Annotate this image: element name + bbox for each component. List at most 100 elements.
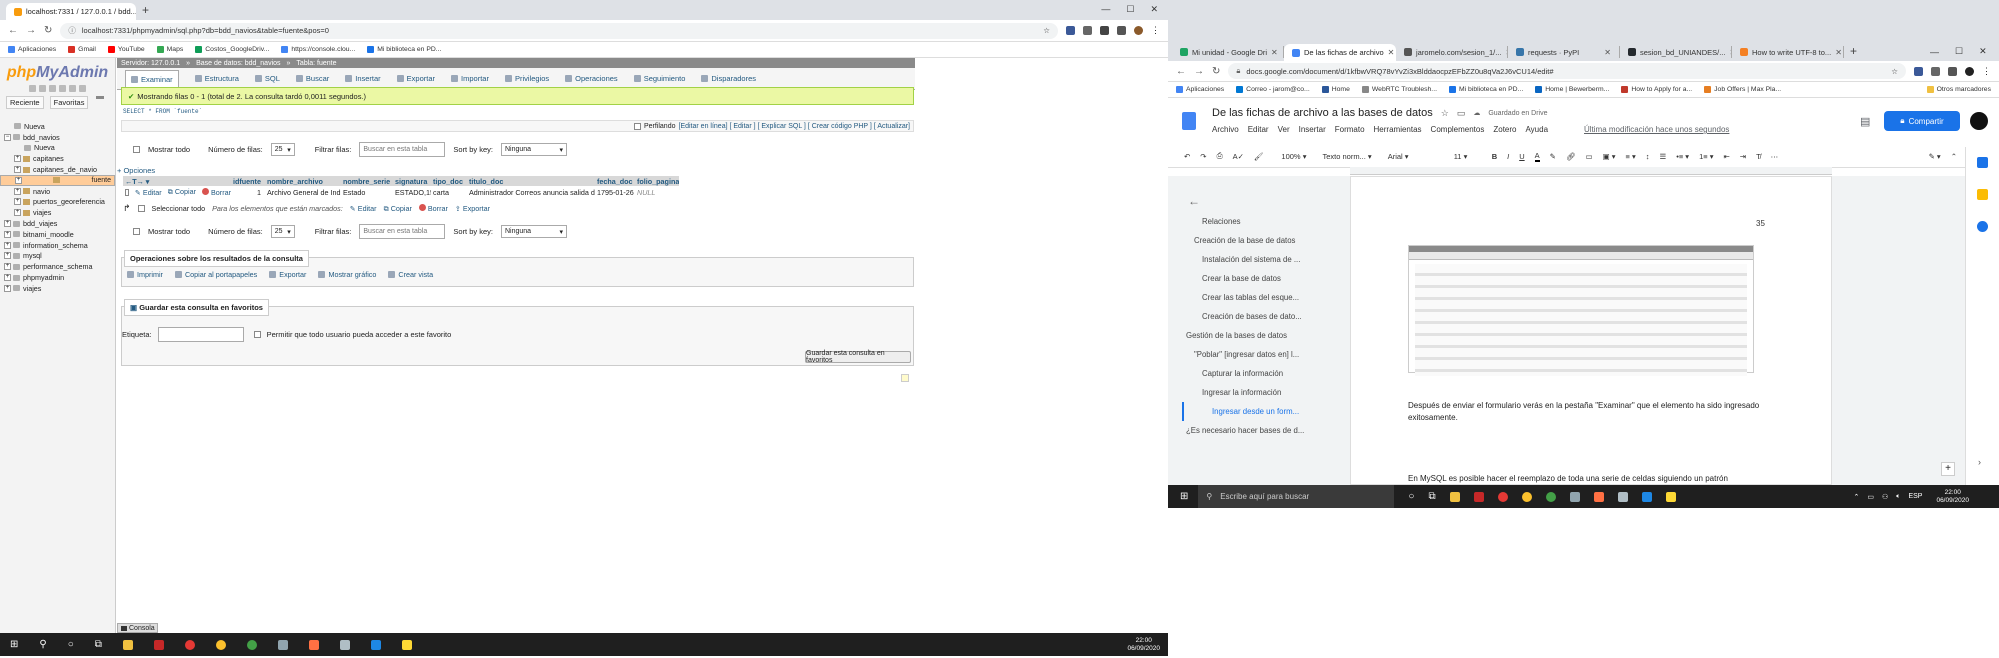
app-icon[interactable]	[153, 639, 164, 650]
puzzle-icon[interactable]	[1117, 26, 1126, 35]
reload-icon[interactable]: ↻	[1212, 66, 1220, 77]
language-indicator[interactable]: ESP	[1908, 493, 1922, 500]
puzzle-icon[interactable]	[1948, 66, 1957, 76]
copy-clipboard-link[interactable]: Copiar al portapapeles	[174, 270, 257, 279]
outline-item[interactable]: Gestión de la bases de datos	[1182, 326, 1342, 345]
expand-toggle-icon[interactable]: +	[4, 252, 11, 260]
select-all-checkbox[interactable]	[137, 205, 145, 212]
row-edit-button[interactable]: ✎ Editar	[135, 188, 162, 197]
allow-users-checkbox[interactable]	[253, 331, 261, 338]
table-cell[interactable]: NULL	[635, 188, 679, 197]
doc-title[interactable]: De las fichas de archivo a las bases de …	[1212, 107, 1433, 119]
expand-toggle-icon[interactable]: +	[4, 241, 11, 249]
favorites-tab[interactable]: Favoritas	[49, 96, 89, 109]
outline-item[interactable]: "Poblar" [ingresar datos en] l...	[1182, 345, 1342, 364]
bullets-icon[interactable]: •≡ ▾	[1676, 152, 1689, 161]
close-outline-icon[interactable]: ←	[1188, 194, 1200, 208]
tree-item-new[interactable]: Nueva	[0, 143, 115, 154]
bookmark-youtube[interactable]: YouTube	[107, 46, 145, 53]
outline-item[interactable]: Capturar la información	[1182, 364, 1342, 383]
bookmark-item[interactable]: How to Apply for a...	[1621, 86, 1692, 93]
task-view-icon[interactable]: ⧉	[1428, 491, 1435, 502]
comment-icon[interactable]: ▭	[1585, 152, 1592, 161]
close-tab-icon[interactable]: ✕	[1388, 48, 1395, 57]
avatar[interactable]	[1134, 26, 1143, 35]
expand-toggle-icon[interactable]: +	[14, 166, 21, 174]
extension-icon[interactable]	[1931, 66, 1940, 76]
docs-menu-2[interactable]: Ver	[1278, 125, 1290, 134]
underline-icon[interactable]: U	[1519, 152, 1524, 161]
outline-item[interactable]: Instalación del sistema de ...	[1182, 250, 1342, 269]
bookmark-item[interactable]: Otros marcadores	[1926, 86, 1991, 93]
export-link[interactable]: Exportar	[269, 270, 306, 279]
docs-logo-icon[interactable]	[1182, 112, 1196, 130]
menu-dots-icon[interactable]: ⋮	[1151, 25, 1160, 36]
tab-sql[interactable]: SQL	[254, 74, 280, 83]
bookmark-label-input[interactable]	[157, 327, 244, 342]
more-icon[interactable]: ⋯	[1771, 152, 1779, 161]
edit-mode-icon[interactable]: ✎ ▾	[1929, 152, 1941, 161]
outline-item[interactable]: Creación de la base de datos	[1182, 231, 1342, 250]
redo-icon[interactable]: ↷	[1200, 152, 1206, 161]
column-header[interactable]: folio_pagina	[635, 177, 679, 186]
xampp-icon[interactable]	[1593, 491, 1604, 502]
num-rows-select[interactable]: 25 ▾	[270, 143, 295, 156]
bluetooth-icon[interactable]: ⚇	[1882, 493, 1888, 501]
align-icon[interactable]: ≡ ▾	[1626, 152, 1636, 161]
expand-toggle-icon[interactable]: +	[4, 274, 11, 282]
column-header[interactable]: tipo_doc	[431, 177, 467, 186]
row-checkbox[interactable]	[125, 188, 129, 196]
tree-item-table[interactable]: + navio	[0, 186, 115, 197]
app-icon[interactable]	[339, 639, 350, 650]
phpmyadmin-logo[interactable]: phpMyAdmin	[0, 64, 115, 82]
close-tab-icon[interactable]: ✕	[1271, 48, 1278, 57]
new-tab-button[interactable]: +	[1844, 44, 1863, 61]
clear-format-icon[interactable]: T̸	[1756, 152, 1761, 161]
tab-estructura[interactable]: Estructura	[194, 74, 239, 83]
avatar[interactable]	[1965, 66, 1974, 76]
sort-select[interactable]: Ninguna ▾	[501, 143, 567, 156]
docs-menu-8[interactable]: Ayuda	[1525, 125, 1548, 134]
chrome-icon[interactable]	[1497, 491, 1508, 502]
table-cell[interactable]: carta	[431, 188, 467, 197]
git-icon[interactable]	[401, 639, 412, 650]
style-select[interactable]: Texto norm... ▾	[1322, 152, 1371, 161]
bookmark-item[interactable]: Correo - jarom@co...	[1236, 86, 1310, 93]
tasks-icon[interactable]	[1977, 221, 1988, 232]
back-icon[interactable]: ←	[1176, 66, 1186, 77]
vertical-scrollbar[interactable]	[1956, 176, 1965, 485]
url-input[interactable]: ⓘ localhost:7331/phpmyadmin/sql.php?db=b…	[60, 22, 1058, 39]
image-icon[interactable]: ▣ ▾	[1603, 152, 1616, 161]
checklist-icon[interactable]: ☰	[1659, 152, 1666, 161]
print-link[interactable]: Imprimir	[127, 270, 163, 279]
bookmark-star-icon[interactable]: ☆	[1043, 26, 1050, 35]
num-rows-select[interactable]: 25 ▾	[270, 225, 295, 238]
docs-icon[interactable]	[59, 85, 66, 92]
expand-toggle-icon[interactable]: +	[14, 155, 21, 163]
font-select[interactable]: Arial ▾	[1388, 152, 1444, 161]
home-icon[interactable]	[29, 85, 36, 92]
collapse-header-icon[interactable]: ⌃	[1951, 152, 1957, 161]
options-link[interactable]: + Opciones	[117, 166, 155, 175]
tree-item-table[interactable]: + viajes	[0, 207, 115, 218]
bookmark-item[interactable]: Aplicaciones	[1176, 86, 1224, 93]
app-icon[interactable]	[1473, 491, 1484, 502]
docs-menu-1[interactable]: Editar	[1248, 125, 1269, 134]
network-icon[interactable]: ▭	[1867, 493, 1874, 501]
breadcrumb-server[interactable]: Servidor: 127.0.0.1	[121, 60, 180, 67]
back-icon[interactable]: ←	[8, 25, 18, 36]
extension-icon[interactable]	[1083, 26, 1092, 35]
line-spacing-icon[interactable]: ↕	[1646, 152, 1650, 161]
tab-insertar[interactable]: Insertar	[345, 74, 381, 83]
expand-toggle-icon[interactable]: +	[15, 176, 22, 184]
logout-icon[interactable]	[39, 85, 46, 92]
outline-item[interactable]: Relaciones	[1182, 212, 1342, 231]
minimize-icon[interactable]: —	[1101, 4, 1110, 15]
move-folder-icon[interactable]: ▭	[1457, 108, 1466, 119]
app-icon[interactable]	[1569, 491, 1580, 502]
vscode-icon[interactable]	[370, 639, 381, 650]
sort-select[interactable]: Ninguna ▾	[501, 225, 567, 238]
bookmark-item[interactable]: Mi biblioteca en PD...	[1448, 86, 1523, 93]
show-all-checkbox[interactable]	[133, 228, 140, 235]
tab-examinar[interactable]: Examinar	[125, 69, 179, 88]
